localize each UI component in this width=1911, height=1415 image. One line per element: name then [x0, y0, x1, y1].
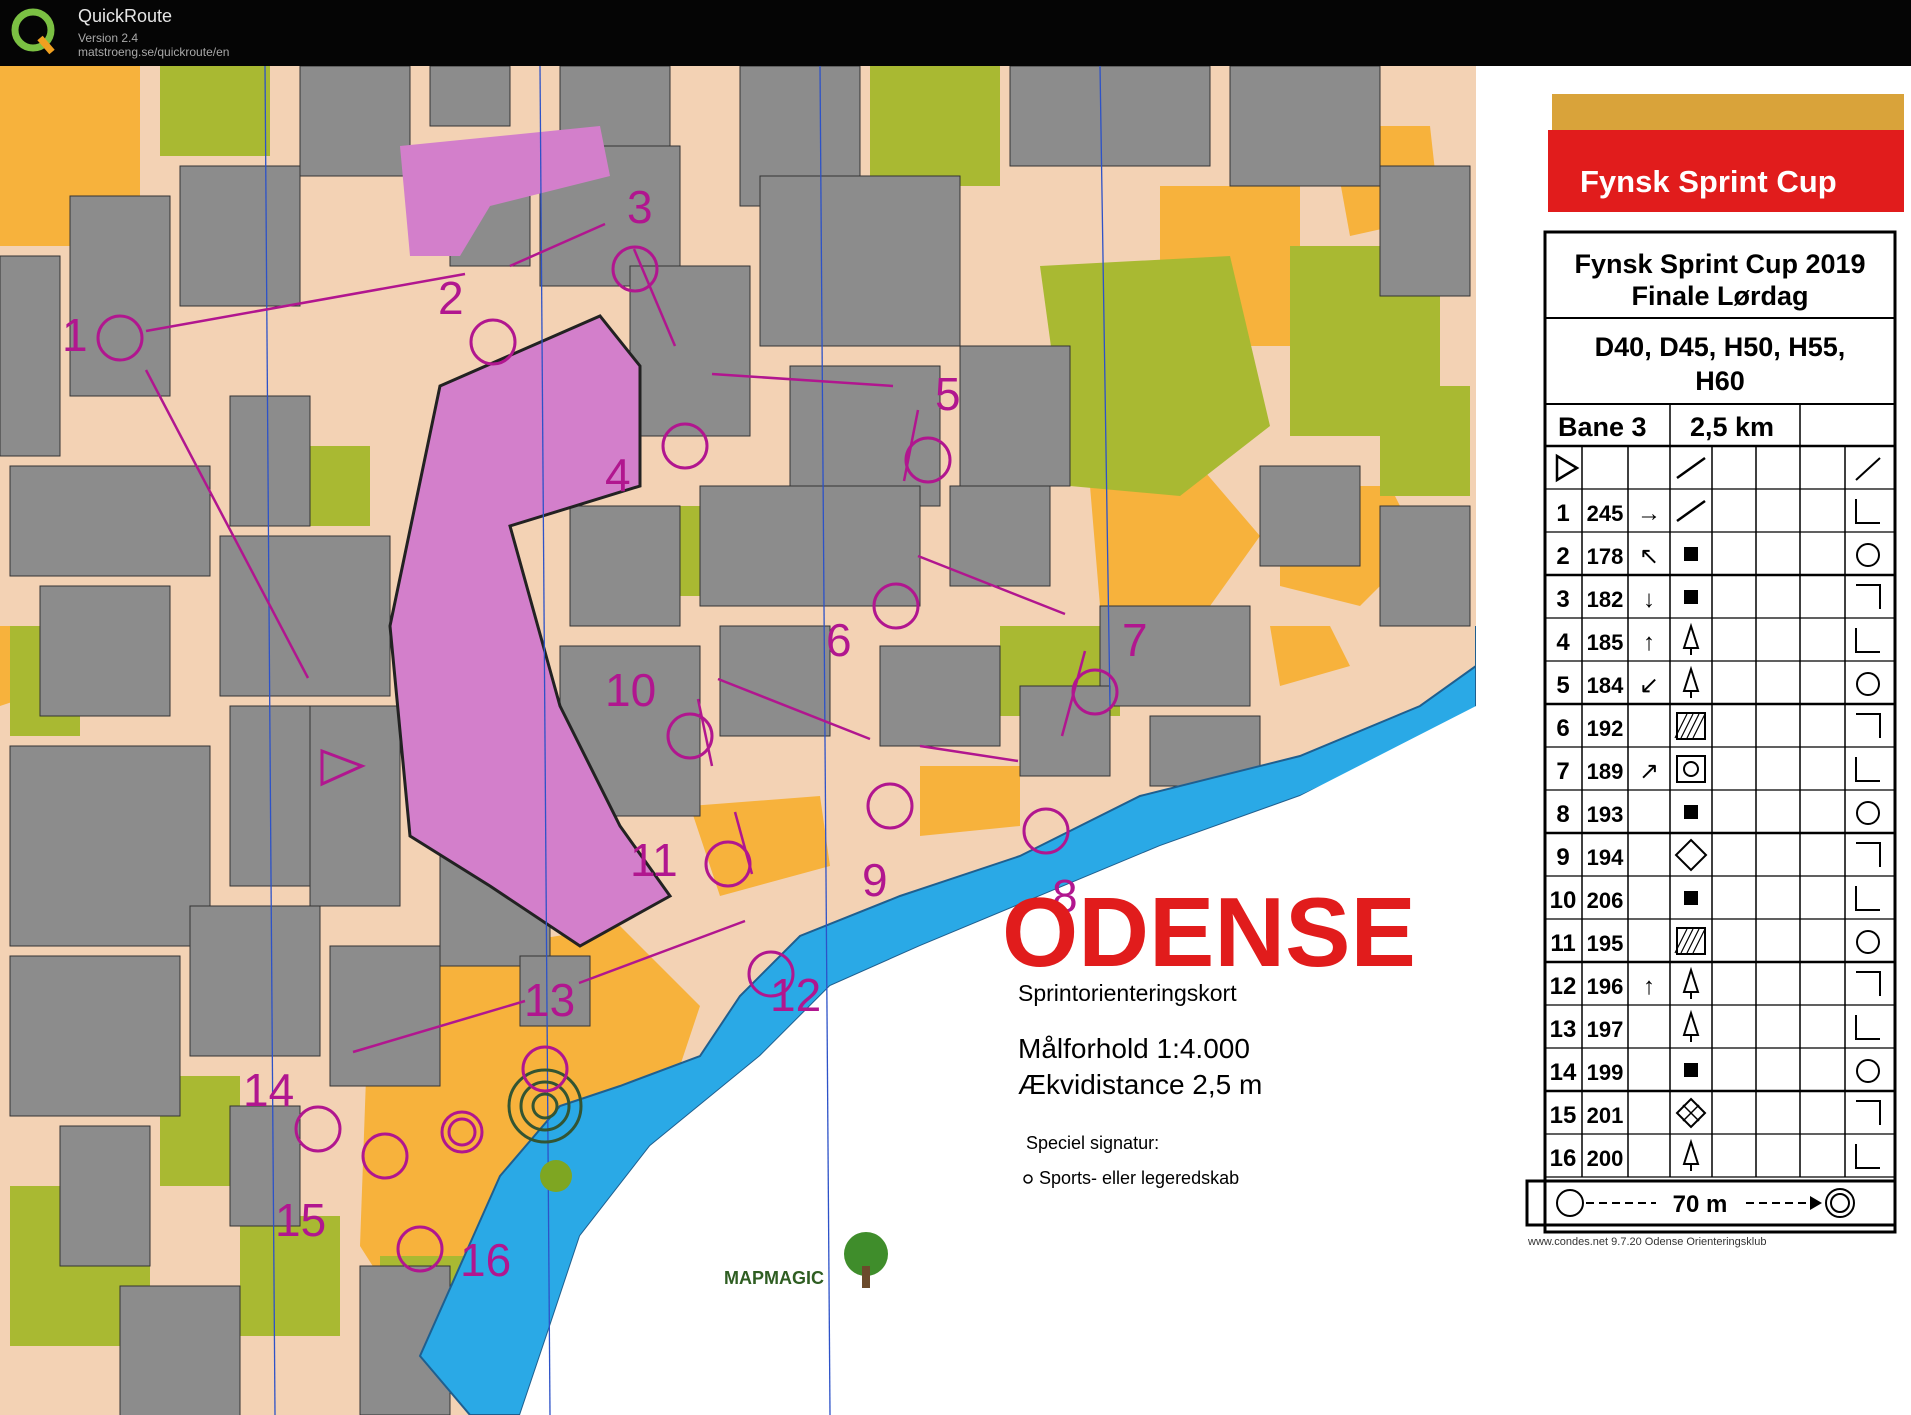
course-classes-2: H60 — [1695, 366, 1745, 396]
description-control-number: 10 — [1550, 887, 1577, 914]
description-control-number: 14 — [1550, 1059, 1577, 1086]
feature-symbol-icon — [1684, 547, 1698, 561]
feature-symbol-icon — [1684, 891, 1698, 905]
direction-arrow: ↙ — [1639, 672, 1659, 699]
description-control-number: 13 — [1550, 1016, 1577, 1043]
control-number: 7 — [1122, 614, 1148, 666]
feature-symbol-icon — [1684, 590, 1698, 604]
description-control-number: 15 — [1550, 1102, 1577, 1129]
control-number: 9 — [862, 854, 888, 906]
control-number: 3 — [627, 181, 653, 233]
description-control-number: 3 — [1556, 586, 1569, 613]
direction-arrow: ↑ — [1643, 973, 1655, 1000]
event-title-1: Fynsk Sprint Cup 2019 — [1574, 249, 1865, 279]
description-control-number: 2 — [1556, 543, 1569, 570]
control-number: 11 — [630, 834, 678, 886]
map-city-title: ODENSE — [1002, 877, 1416, 987]
map-scale: Målforhold 1:4.000 — [1018, 1033, 1250, 1064]
feature-symbol-icon — [1684, 1063, 1698, 1077]
description-control-code: 201 — [1587, 1103, 1624, 1128]
description-control-code: 195 — [1587, 931, 1624, 956]
control-number: 6 — [826, 614, 852, 666]
control-number: 14 — [243, 1064, 294, 1116]
control-number: 10 — [605, 664, 656, 716]
description-control-code: 178 — [1587, 544, 1624, 569]
app-url[interactable]: matstroeng.se/quickroute/en — [78, 45, 229, 59]
description-control-code: 185 — [1587, 630, 1624, 655]
description-control-code: 199 — [1587, 1060, 1624, 1085]
course-classes-1: D40, D45, H50, H55, — [1595, 332, 1846, 362]
special-symbol-desc: Sports- eller legeredskab — [1039, 1168, 1239, 1188]
direction-arrow: → — [1637, 500, 1661, 527]
mapmagic-text: MAPMAGIC — [724, 1268, 824, 1288]
control-number: 2 — [438, 272, 464, 324]
map-contour: Ækvidistance 2,5 m — [1018, 1069, 1262, 1100]
description-control-number: 5 — [1556, 672, 1569, 699]
description-control-code: 192 — [1587, 716, 1624, 741]
description-control-code: 197 — [1587, 1017, 1624, 1042]
direction-arrow: ↑ — [1643, 629, 1655, 656]
description-control-number: 8 — [1556, 801, 1569, 828]
app-title: QuickRoute — [78, 6, 173, 26]
description-control-code: 200 — [1587, 1146, 1624, 1171]
quickroute-logo-icon — [11, 8, 55, 55]
control-number: 4 — [605, 449, 631, 501]
control-number: 15 — [275, 1194, 326, 1246]
feature-symbol-icon — [1684, 805, 1698, 819]
course-length: 2,5 km — [1690, 412, 1774, 442]
description-control-code: 189 — [1587, 759, 1624, 784]
description-control-number: 12 — [1550, 973, 1577, 1000]
course-name: Bane 3 — [1558, 412, 1647, 442]
description-control-number: 6 — [1556, 715, 1569, 742]
map-view[interactable]: 123456 78910111213141516ODENSESprintorien… — [0, 66, 1911, 1415]
title-bar: QuickRoute Version 2.4 matstroeng.se/qui… — [0, 0, 1911, 66]
direction-arrow: ↖ — [1639, 543, 1659, 570]
control-number: 16 — [460, 1234, 511, 1286]
description-control-code: 182 — [1587, 587, 1624, 612]
description-control-number: 9 — [1556, 844, 1569, 871]
park-green-circle — [540, 1160, 572, 1192]
description-control-code: 193 — [1587, 802, 1624, 827]
map-type: Sprintorienteringskort — [1018, 980, 1237, 1006]
description-control-number: 4 — [1556, 629, 1570, 656]
description-control-code: 184 — [1587, 673, 1624, 698]
description-control-code: 194 — [1587, 845, 1624, 870]
app-version: Version 2.4 — [78, 31, 139, 45]
direction-arrow: ↗ — [1639, 758, 1659, 785]
description-control-number: 16 — [1550, 1145, 1577, 1172]
control-number: 1 — [62, 309, 88, 361]
sheet-footer: www.condes.net 9.7.20 Odense Orientering… — [1527, 1236, 1766, 1248]
description-control-number: 1 — [1556, 500, 1569, 527]
direction-arrow: ↓ — [1643, 586, 1655, 613]
description-control-code: 196 — [1587, 974, 1624, 999]
event-banner: Fynsk Sprint Cup — [1548, 94, 1904, 212]
description-control-code: 206 — [1587, 888, 1624, 913]
control-number: 5 — [935, 368, 961, 420]
event-title-2: Finale Lørdag — [1631, 281, 1808, 311]
control-number: 12 — [770, 969, 821, 1021]
description-control-code: 245 — [1587, 501, 1624, 526]
special-symbol-title: Speciel signatur: — [1026, 1133, 1159, 1153]
finish-distance: 70 m — [1673, 1191, 1728, 1218]
control-number: 13 — [524, 974, 575, 1026]
description-control-number: 11 — [1550, 930, 1575, 957]
description-control-number: 7 — [1556, 758, 1569, 785]
banner-title: Fynsk Sprint Cup — [1580, 164, 1837, 199]
